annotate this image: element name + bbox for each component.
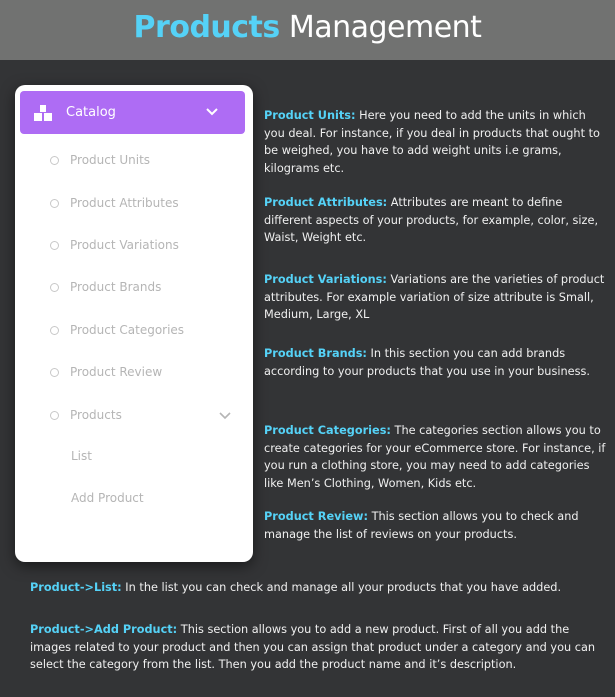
desc-label: Product Review:: [264, 510, 368, 523]
page-title: Products Management: [0, 0, 615, 60]
item-label: Product Variations: [70, 238, 179, 252]
chevron-down-icon[interactable]: [218, 408, 232, 422]
description-product-categories: Product Categories: The categories secti…: [264, 422, 609, 492]
desc-label: Product Attributes:: [264, 196, 388, 209]
sidebar-item-product-attributes[interactable]: Product Attributes: [50, 194, 179, 212]
desc-text: In the list you can check and manage all…: [121, 581, 562, 594]
item-label: Product Attributes: [70, 196, 179, 210]
sidebar-subitem-list[interactable]: List: [71, 449, 92, 463]
sidebar-subitem-add-product[interactable]: Add Product: [71, 491, 144, 505]
description-product-brands: Product Brands: In this section you can …: [264, 345, 609, 380]
desc-label: Product Brands:: [264, 347, 367, 360]
circle-icon: [50, 367, 59, 377]
item-label: Products: [70, 408, 122, 422]
sidebar-item-product-review[interactable]: Product Review: [50, 363, 162, 381]
item-label: Product Units: [70, 153, 151, 167]
sidebar-item-product-categories[interactable]: Product Categories: [50, 321, 184, 339]
title-highlight: Products: [133, 10, 281, 45]
catalog-label: Catalog: [66, 105, 116, 120]
circle-icon: [50, 282, 59, 292]
description-add-product: Product->Add Product: This section allow…: [30, 621, 610, 674]
desc-label: Product->Add Product:: [30, 623, 178, 636]
sidebar-item-product-variations[interactable]: Product Variations: [50, 236, 179, 254]
desc-label: Product Variations:: [264, 273, 387, 286]
catalog-menu-button[interactable]: Catalog: [20, 91, 245, 134]
desc-label: Product Units:: [264, 109, 356, 122]
sidebar-item-product-brands[interactable]: Product Brands: [50, 278, 161, 296]
description-product-attributes: Product Attributes: Attributes are meant…: [264, 194, 609, 247]
title-rest: Management: [288, 10, 482, 45]
item-label: Product Categories: [70, 323, 185, 337]
chevron-down-icon[interactable]: [205, 104, 219, 118]
description-product-review: Product Review: This section allows you …: [264, 508, 609, 543]
circle-icon: [50, 410, 59, 420]
circle-icon: [50, 240, 59, 250]
description-product-units: Product Units: Here you need to add the …: [264, 107, 609, 177]
circle-icon: [50, 325, 59, 335]
desc-label: Product->List:: [30, 581, 122, 594]
item-label: Product Brands: [70, 280, 162, 294]
sidebar-menu: Catalog Product Units Product Attributes…: [15, 85, 253, 562]
circle-icon: [50, 198, 59, 208]
description-product-variations: Product Variations: Variations are the v…: [264, 271, 609, 324]
boxes-icon: [34, 104, 52, 121]
sidebar-item-product-units[interactable]: Product Units: [50, 151, 150, 169]
desc-label: Product Categories:: [264, 424, 391, 437]
circle-icon: [50, 155, 59, 165]
sidebar-item-products[interactable]: Products: [50, 406, 122, 424]
item-label: Product Review: [70, 365, 163, 379]
description-product-list: Product->List: In the list you can check…: [30, 579, 610, 597]
